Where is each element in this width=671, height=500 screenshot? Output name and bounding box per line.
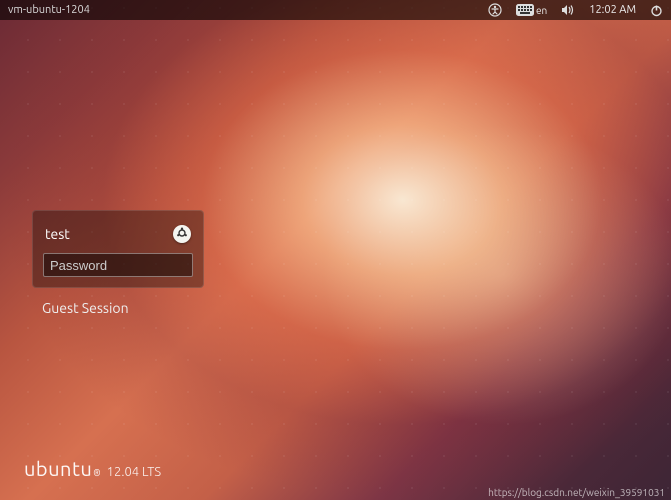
top-panel: vm-ubuntu-1204 en 12:02 AM — [0, 0, 671, 20]
clock-indicator[interactable]: 12:02 AM — [589, 4, 636, 16]
accessibility-icon — [488, 3, 502, 17]
guest-session-button[interactable]: Guest Session — [42, 300, 129, 316]
sound-indicator[interactable] — [561, 4, 575, 16]
user-row[interactable]: test — [43, 221, 193, 253]
clock-label: 12:02 AM — [589, 4, 636, 16]
watermark-text: https://blog.csdn.net/weixin_39591031 — [488, 487, 665, 498]
password-input[interactable] — [43, 253, 193, 277]
keyboard-icon — [516, 4, 534, 16]
registered-mark: ® — [93, 468, 100, 478]
volume-icon — [561, 4, 575, 16]
ubuntu-logo-icon — [176, 225, 188, 243]
username-label: test — [45, 226, 70, 242]
version-label: 12.04 LTS — [107, 465, 161, 479]
power-icon — [650, 4, 663, 17]
hostname-label: vm-ubuntu-1204 — [8, 4, 90, 16]
keyboard-indicator[interactable]: en — [516, 4, 547, 16]
keyboard-lang-label: en — [536, 5, 547, 16]
session-chooser[interactable] — [173, 225, 191, 243]
power-indicator[interactable] — [650, 4, 663, 17]
branding: ubuntu ® 12.04 LTS — [24, 457, 161, 480]
login-box: test — [32, 210, 204, 288]
accessibility-indicator[interactable] — [488, 3, 502, 17]
ubuntu-wordmark: ubuntu — [24, 457, 92, 480]
